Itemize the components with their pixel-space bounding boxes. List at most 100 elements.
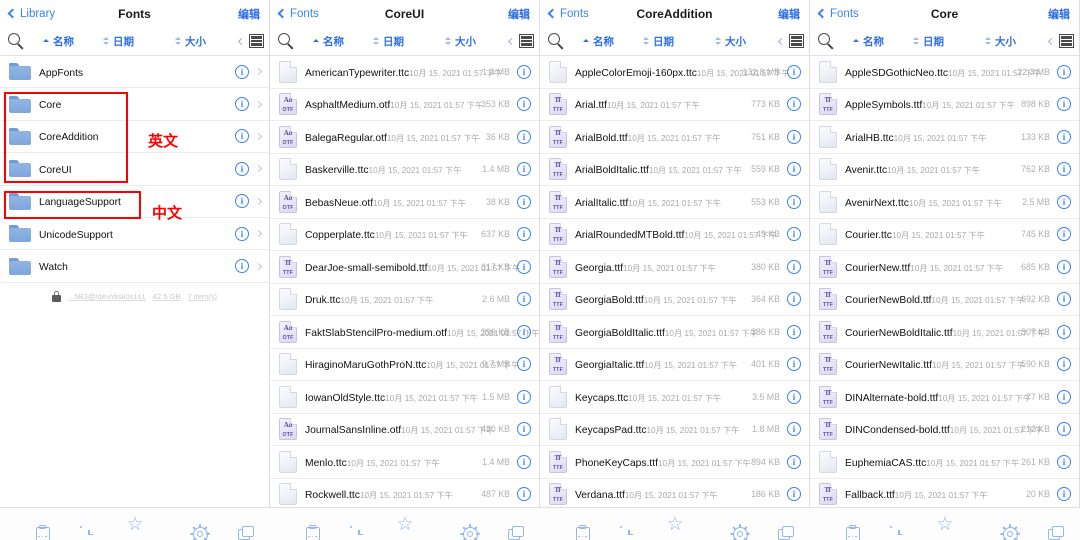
info-icon[interactable]: i — [517, 422, 531, 437]
back-button-library[interactable]: Library — [7, 8, 55, 20]
table-row[interactable]: TT TTF CourierNewBold.ttf10月 15, 2021 01:5… — [810, 283, 1079, 316]
info-icon[interactable]: i — [787, 259, 801, 274]
chevron-left-small-icon[interactable] — [777, 37, 786, 45]
table-row[interactable]: ArialHB.ttc10月 15, 2021 01:57 下午 133 KB i — [810, 121, 1079, 154]
table-row[interactable]: Aa OTF FaktSlabStencilPro-medium.otf10月 15… — [270, 316, 539, 349]
info-icon[interactable]: i — [1057, 389, 1071, 404]
info-icon[interactable]: i — [517, 129, 531, 144]
info-icon[interactable]: i — [517, 487, 531, 502]
chevron-left-small-icon[interactable] — [507, 37, 516, 45]
table-row[interactable]: EuphemiaCAS.ttc10月 15, 2021 01:57 下午 261 … — [810, 446, 1079, 479]
list-view-icon[interactable] — [1059, 34, 1074, 48]
table-row[interactable]: TT TTF Georgia.ttf10月 15, 2021 01:57 下午 380… — [540, 251, 809, 284]
edit-button[interactable]: 编辑 — [1048, 6, 1070, 22]
info-icon[interactable]: i — [235, 259, 249, 274]
list-view-icon[interactable] — [249, 34, 264, 48]
search-icon[interactable] — [8, 32, 25, 50]
list-item[interactable]: LanguageSupport i — [0, 185, 269, 218]
star-icon[interactable]: ☆ — [935, 515, 954, 534]
table-row[interactable]: Avenir.ttc10月 15, 2021 01:57 下午 762 KB i — [810, 153, 1079, 186]
info-icon[interactable]: i — [1057, 357, 1071, 372]
info-icon[interactable]: i — [235, 97, 249, 112]
chevron-left-small-icon[interactable] — [1047, 37, 1056, 45]
edit-button[interactable]: 编辑 — [508, 6, 530, 22]
sort-by-date[interactable]: 日期 — [913, 34, 985, 49]
info-icon[interactable]: i — [1057, 422, 1071, 437]
info-icon[interactable]: i — [235, 129, 249, 144]
info-icon[interactable]: i — [1057, 259, 1071, 274]
table-row[interactable]: TT TTF GeorgiaItalic.ttf10月 15, 2021 01:57… — [540, 348, 809, 381]
table-row[interactable]: TT TTF PhoneKeyCaps.ttf10月 15, 2021 01:57 … — [540, 446, 809, 479]
sort-by-size[interactable]: 大小 — [985, 34, 1049, 49]
list-item[interactable]: Core i — [0, 88, 269, 121]
info-icon[interactable]: i — [787, 422, 801, 437]
sort-by-name[interactable]: 名称 — [299, 34, 373, 49]
info-icon[interactable]: i — [235, 64, 249, 79]
table-row[interactable]: TT TTF ArialItalic.ttf10月 15, 2021 01:57 下… — [540, 186, 809, 219]
search-icon[interactable] — [818, 32, 835, 50]
info-icon[interactable]: i — [787, 357, 801, 372]
table-row[interactable]: Aa OTF BebasNeue.otf10月 15, 2021 01:57 下午 3… — [270, 186, 539, 219]
list-item[interactable]: CoreUI i — [0, 153, 269, 186]
table-row[interactable]: Aa OTF JournalSansInline.otf10月 15, 2021 0… — [270, 413, 539, 446]
search-icon[interactable] — [278, 32, 295, 50]
table-row[interactable]: TT TTF CourierNew.ttf10月 15, 2021 01:57 下午… — [810, 251, 1079, 284]
table-row[interactable]: Aa OTF AsphaltMedium.otf10月 15, 2021 01:57… — [270, 88, 539, 121]
table-row[interactable]: Copperplate.ttc10月 15, 2021 01:57 下午 637 … — [270, 218, 539, 251]
list-item[interactable]: Watch i — [0, 250, 269, 283]
info-icon[interactable]: i — [517, 162, 531, 177]
info-icon[interactable]: i — [517, 227, 531, 242]
info-icon[interactable]: i — [517, 324, 531, 339]
table-row[interactable]: HiraginoMaruGothProN.ttc10月 15, 2021 01:… — [270, 348, 539, 381]
sort-by-date[interactable]: 日期 — [103, 34, 175, 49]
info-icon[interactable]: i — [235, 161, 249, 176]
table-row[interactable]: TT TTF GeorgiaBold.ttf10月 15, 2021 01:57 下… — [540, 283, 809, 316]
table-row[interactable]: AppleColorEmoji-160px.ttc10月 15, 2021 01… — [540, 56, 809, 89]
table-row[interactable]: TT TTF CourierNewItalic.ttf10月 15, 2021 01… — [810, 348, 1079, 381]
info-icon[interactable]: i — [787, 227, 801, 242]
info-icon[interactable]: i — [787, 162, 801, 177]
star-icon[interactable]: ☆ — [125, 515, 144, 534]
info-icon[interactable]: i — [787, 487, 801, 502]
info-icon[interactable]: i — [1057, 292, 1071, 307]
table-row[interactable]: TT TTF GeorgiaBoldItalic.ttf10月 15, 2021 0… — [540, 316, 809, 349]
info-icon[interactable]: i — [787, 194, 801, 209]
info-icon[interactable]: i — [517, 259, 531, 274]
info-icon[interactable]: i — [1057, 97, 1071, 112]
table-row[interactable]: TT TTF DearJoe-small-semibold.ttf10月 15, 2… — [270, 251, 539, 284]
info-icon[interactable]: i — [517, 97, 531, 112]
table-row[interactable]: TT TTF ArialBoldItalic.ttf10月 15, 2021 01:… — [540, 153, 809, 186]
edit-button[interactable]: 编辑 — [238, 6, 260, 22]
info-icon[interactable]: i — [1057, 194, 1071, 209]
info-icon[interactable]: i — [235, 194, 249, 209]
table-row[interactable]: Druk.ttc10月 15, 2021 01:57 下午 2.6 MB i — [270, 283, 539, 316]
info-icon[interactable]: i — [517, 357, 531, 372]
info-icon[interactable]: i — [787, 64, 801, 79]
table-row[interactable]: TT TTF ArialBold.ttf10月 15, 2021 01:57 下午 7… — [540, 121, 809, 154]
table-row[interactable]: TT TTF Arial.ttf10月 15, 2021 01:57 下午 773 K… — [540, 88, 809, 121]
sort-by-size[interactable]: 大小 — [445, 34, 509, 49]
star-icon[interactable]: ☆ — [395, 515, 414, 534]
table-row[interactable]: Menlo.ttc10月 15, 2021 01:57 下午 1.4 MB i — [270, 446, 539, 479]
info-icon[interactable]: i — [517, 389, 531, 404]
sort-by-size[interactable]: 大小 — [715, 34, 779, 49]
star-icon[interactable]: ☆ — [665, 515, 684, 534]
chevron-left-small-icon[interactable] — [237, 37, 246, 45]
table-row[interactable]: TT TTF DINCondensed-bold.ttf10月 15, 2021 0… — [810, 413, 1079, 446]
table-row[interactable]: Baskerville.ttc10月 15, 2021 01:57 下午 1.4 … — [270, 153, 539, 186]
info-icon[interactable]: i — [1057, 487, 1071, 502]
sort-by-date[interactable]: 日期 — [373, 34, 445, 49]
info-icon[interactable]: i — [787, 129, 801, 144]
table-row[interactable]: AmericanTypewriter.ttc10月 15, 2021 01:57… — [270, 56, 539, 89]
info-icon[interactable]: i — [1057, 129, 1071, 144]
info-icon[interactable]: i — [787, 97, 801, 112]
back-button-fonts[interactable]: Fonts — [547, 8, 589, 20]
table-row[interactable]: IowanOldStyle.ttc10月 15, 2021 01:57 下午 1.… — [270, 381, 539, 414]
table-row[interactable]: Courier.ttc10月 15, 2021 01:57 下午 745 KB i — [810, 218, 1079, 251]
info-icon[interactable]: i — [787, 389, 801, 404]
sort-by-name[interactable]: 名称 — [569, 34, 643, 49]
info-icon[interactable]: i — [787, 454, 801, 469]
table-row[interactable]: TT TTF ArialRoundedMTBold.ttf10月 15, 2021 … — [540, 218, 809, 251]
info-icon[interactable]: i — [517, 194, 531, 209]
search-icon[interactable] — [548, 32, 565, 50]
